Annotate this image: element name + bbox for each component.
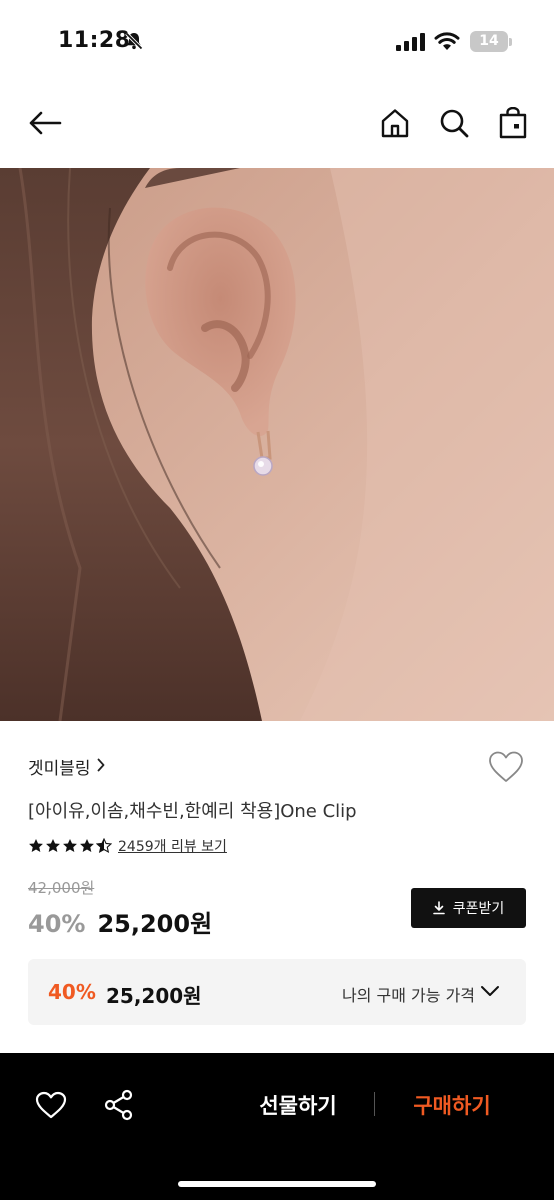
star-icon <box>46 839 60 852</box>
rating-stars <box>28 838 112 854</box>
discount-rate: 40% <box>28 910 86 938</box>
star-icon <box>29 839 43 852</box>
home-icon[interactable] <box>378 106 412 140</box>
battery-icon: 14 <box>470 31 508 52</box>
product-title: [아이유,이솜,채수빈,한예리 착용]One Clip <box>28 801 357 822</box>
my-discount-rate: 40% <box>48 980 96 1004</box>
battery-nub <box>509 38 512 46</box>
cellular-signal-icon <box>396 33 426 55</box>
product-image[interactable] <box>0 168 554 721</box>
coupon-download-button[interactable]: 쿠폰받기 <box>411 888 526 928</box>
share-icon[interactable] <box>99 1085 139 1125</box>
status-time: 11:28 <box>58 28 131 53</box>
my-price-dropdown[interactable]: 40% 25,200원 나의 구매 가능 가격 <box>28 959 526 1025</box>
original-price: 42,000원 <box>28 879 95 897</box>
gift-button[interactable]: 선물하기 <box>238 1083 358 1127</box>
coupon-button-label: 쿠폰받기 <box>452 901 505 917</box>
chevron-right-icon <box>97 757 105 776</box>
product-photo <box>0 168 554 721</box>
brand-link[interactable]: 겟미블링 <box>28 754 105 779</box>
bell-slash-icon <box>124 31 144 55</box>
wishlist-heart-icon[interactable] <box>487 750 525 786</box>
sale-price-row: 40% 25,200원 <box>28 904 212 939</box>
star-icon <box>80 839 94 852</box>
search-icon[interactable] <box>437 106 471 140</box>
home-indicator[interactable] <box>178 1181 376 1187</box>
top-navigation <box>0 96 554 156</box>
rating-row: 2459개 리뷰 보기 <box>28 836 227 856</box>
back-arrow-icon[interactable] <box>28 106 62 140</box>
divider <box>374 1092 375 1116</box>
star-icon <box>63 839 77 852</box>
brand-name: 겟미블링 <box>28 759 91 779</box>
status-bar: 11:28 14 <box>0 0 554 84</box>
sale-price: 25,200원 <box>97 910 213 938</box>
my-price-label: 나의 구매 가능 가격 <box>342 986 476 1005</box>
review-link[interactable]: 2459개 리뷰 보기 <box>118 836 227 856</box>
wifi-icon <box>434 31 460 55</box>
download-icon <box>432 901 445 915</box>
bottom-action-bar: 선물하기 구매하기 <box>0 1053 554 1200</box>
heart-icon[interactable] <box>31 1085 71 1125</box>
star-half-icon <box>96 838 112 854</box>
buy-button[interactable]: 구매하기 <box>392 1083 512 1127</box>
my-price: 25,200원 <box>106 984 202 1008</box>
chevron-down-icon <box>480 983 500 1002</box>
shopping-bag-icon[interactable] <box>496 106 530 140</box>
